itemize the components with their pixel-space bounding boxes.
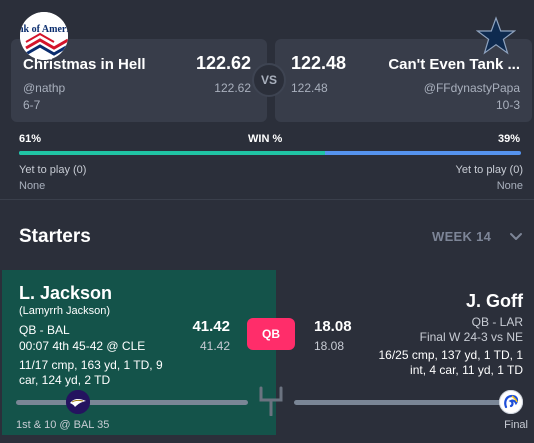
star-icon[interactable] xyxy=(475,16,517,56)
left-player-game-situation: 1st & 10 @ BAL 35 xyxy=(16,419,110,431)
win-probability-fill xyxy=(19,151,326,155)
left-game-progress-bar xyxy=(16,400,248,405)
home-yet-to-play-value: None xyxy=(19,180,46,192)
section-divider xyxy=(0,199,534,200)
week-selector[interactable]: WEEK 14 xyxy=(432,229,491,244)
right-player-game-situation: Final xyxy=(504,419,528,431)
home-team-record: 6-7 xyxy=(23,98,41,112)
away-team-projected: 122.48 xyxy=(291,81,328,95)
right-player-game-status: Final W 24-3 vs NE xyxy=(419,330,523,344)
away-team-handle: @FFdynastyPapa xyxy=(423,81,520,95)
starters-title: Starters xyxy=(19,226,91,247)
left-player-projected: 41.42 xyxy=(199,339,230,353)
right-player-position-team: QB - LAR xyxy=(471,315,523,329)
home-win-percent: 61% xyxy=(19,133,42,145)
right-player-stat-line: 16/25 cmp, 137 yd, 1 TD, 1 int, 4 car, 1… xyxy=(378,348,523,377)
right-game-progress-bar xyxy=(294,400,510,405)
away-win-percent: 39% xyxy=(497,133,520,145)
right-player-projected: 18.08 xyxy=(314,339,345,353)
position-badge: QB xyxy=(247,318,295,350)
home-team-projected: 122.62 xyxy=(214,81,251,95)
away-yet-to-play-value: None xyxy=(496,180,523,192)
rams-logo-icon xyxy=(499,390,523,414)
home-team-handle: @nathp xyxy=(23,81,66,95)
win-percent-label: WIN % xyxy=(248,133,283,145)
left-player-full-name: (Lamyrrh Jackson) xyxy=(19,305,111,317)
vs-badge: VS xyxy=(252,63,286,97)
away-team-name: Can't Even Tank ... xyxy=(388,56,520,73)
left-player-name[interactable]: L. Jackson xyxy=(19,283,112,304)
goalpost-icon xyxy=(258,386,284,417)
bank-logo-text: nk of Ameri xyxy=(20,24,68,35)
left-player-stat-line: 11/17 cmp, 163 yd, 1 TD, 9 car, 124 yd, … xyxy=(19,358,163,387)
away-team-record: 10-3 xyxy=(495,98,520,112)
home-team-score: 122.62 xyxy=(195,53,251,73)
bank-logo-icon[interactable]: nk of Ameri xyxy=(20,12,68,60)
left-player-score: 41.42 xyxy=(192,318,230,335)
away-yet-to-play: Yet to play (0) xyxy=(455,164,523,176)
left-player-position-team: QB - BAL xyxy=(19,323,70,337)
win-probability-bar xyxy=(19,151,521,155)
away-team-score: 122.48 xyxy=(291,53,347,73)
left-player-game-status: 00:07 4th 45-42 @ CLE xyxy=(19,339,146,353)
right-player-name[interactable]: J. Goff xyxy=(466,291,523,312)
right-player-score: 18.08 xyxy=(314,318,352,335)
ravens-logo-icon xyxy=(66,390,90,414)
chevron-down-icon[interactable] xyxy=(508,228,524,244)
home-yet-to-play: Yet to play (0) xyxy=(19,164,87,176)
